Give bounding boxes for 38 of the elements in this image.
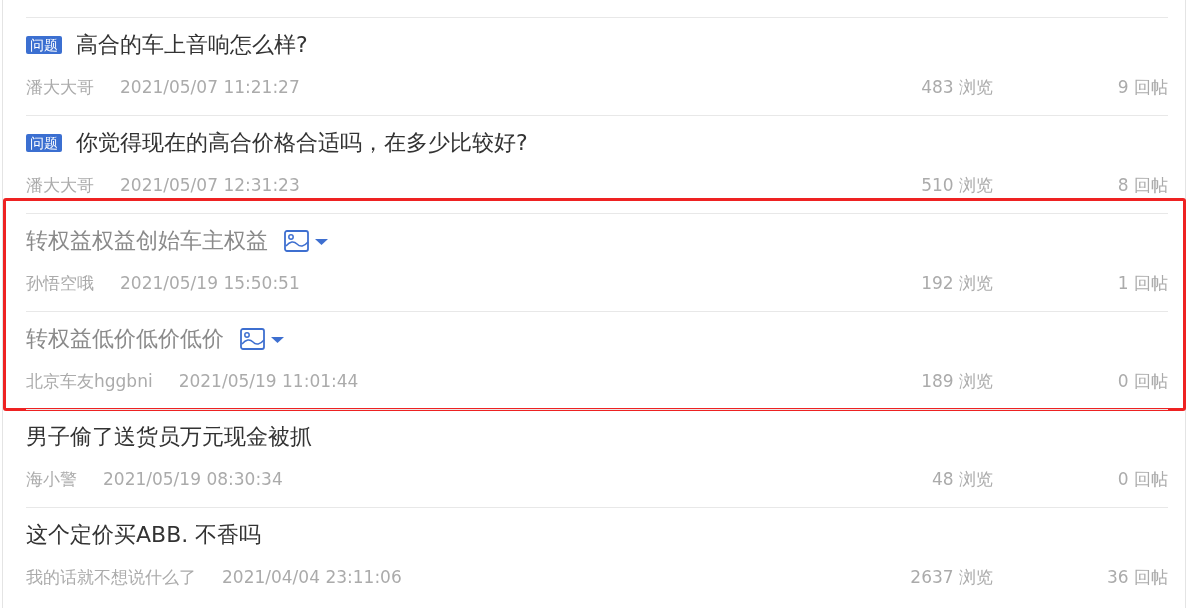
view-count: 2637 浏览 [910,565,993,589]
post-title[interactable]: 转权益权益创始车主权益 [26,226,268,256]
post-row[interactable]: 转权益低价低价低价 北京车友hggbni 2021/05/19 11:01:44 189 浏览 0 回帖 [26,311,1168,409]
post-row[interactable]: 男子偷了送货员万元现金被抓 海小警 2021/05/19 08:30:34 48 浏览 0 回帖 [26,409,1168,507]
post-row[interactable]: 问题 你觉得现在的高合价格合适吗，在多少比较好? 潘大大哥 2021/05/07 12:31:23 510 浏览 8 回帖 [26,115,1168,213]
post-row[interactable]: 转权益权益创始车主权益 孙悟空哦 2021/05/19 15:50:51 192 浏览 1 回帖 [26,213,1168,311]
question-tag: 问题 [26,36,62,54]
post-time: 2021/04/04 23:11:06 [222,567,402,587]
author-name[interactable]: 我的话就不想说什么了 [26,565,196,589]
reply-count: 1 回帖 [1116,271,1168,295]
view-count: 510 浏览 [921,173,993,197]
reply-count: 0 回帖 [1116,369,1168,393]
author-name[interactable]: 北京车友hggbni [26,369,153,393]
post-time: 2021/05/19 08:30:34 [103,469,283,489]
question-tag: 问题 [26,134,62,152]
post-time: 2021/05/19 15:50:51 [120,273,300,293]
post-time: 2021/05/19 11:01:44 [178,371,359,391]
author-name[interactable]: 潘大大哥 [26,75,94,99]
post-title[interactable]: 高合的车上音响怎么样? [76,30,308,60]
reply-count: 8 回帖 [1116,173,1168,197]
post-time: 2021/05/07 12:31:23 [120,175,300,195]
post-title[interactable]: 你觉得现在的高合价格合适吗，在多少比较好? [76,128,528,158]
post-row[interactable]: 这个定价买ABB. 不香吗 我的话就不想说什么了 2021/04/04 23:11:06 2637 浏览 36 回帖 [26,507,1168,605]
reply-count: 9 回帖 [1116,75,1168,99]
view-count: 189 浏览 [921,369,993,393]
post-title[interactable]: 转权益低价低价低价 [26,324,224,354]
post-title[interactable]: 这个定价买ABB. 不香吗 [26,520,262,550]
post-time: 2021/05/07 11:21:27 [120,77,300,97]
view-count: 192 浏览 [921,271,993,295]
author-name[interactable]: 潘大大哥 [26,173,94,197]
post-title[interactable]: 男子偷了送货员万元现金被抓 [26,422,312,452]
author-name[interactable]: 孙悟空哦 [26,271,94,295]
author-name[interactable]: 海小警 [26,467,77,491]
reply-count: 36 回帖 [1105,565,1168,589]
view-count: 483 浏览 [921,75,993,99]
view-count: 48 浏览 [931,467,993,491]
post-row[interactable]: 问题 高合的车上音响怎么样? 潘大大哥 2021/05/07 11:21:27 483 浏览 9 回帖 [26,17,1168,115]
reply-count: 0 回帖 [1116,467,1168,491]
